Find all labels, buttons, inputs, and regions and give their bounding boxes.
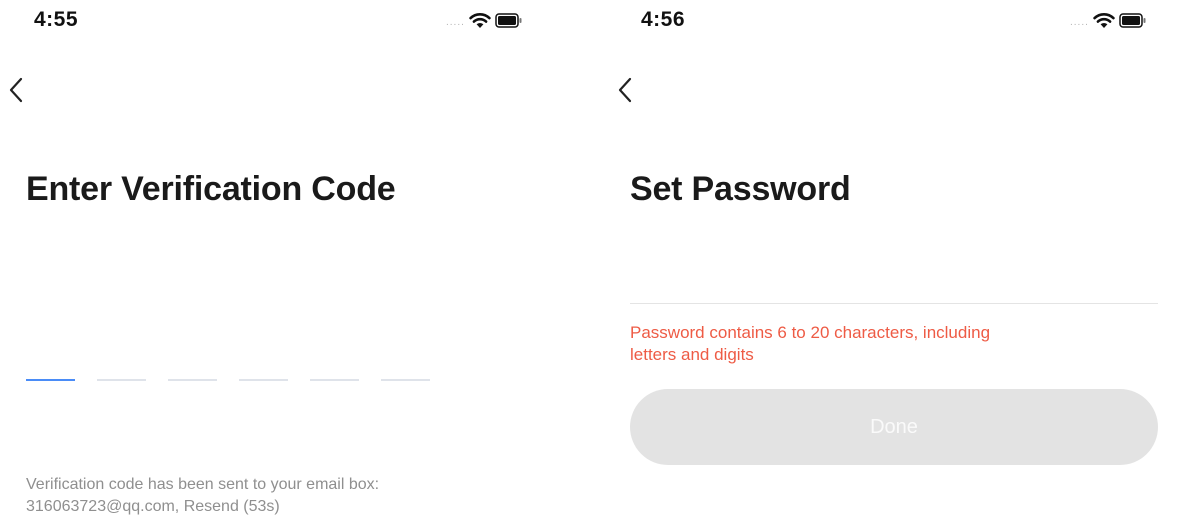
chevron-left-icon [618,77,632,103]
battery-icon [1119,13,1147,28]
battery-icon [495,13,523,28]
password-requirement-error: Password contains 6 to 20 characters, in… [630,322,1150,366]
code-digit-6[interactable] [381,379,430,381]
page-title: Set Password [630,170,851,208]
code-digit-5[interactable] [310,379,359,381]
code-digit-4[interactable] [239,379,288,381]
wifi-icon [1093,12,1115,29]
hint-line-2-resend[interactable]: 316063723@qq.com, Resend (53s) [26,496,566,518]
code-digit-1[interactable] [26,379,75,381]
verification-screen: 4:55 ..... Enter Verification Code Verif… [0,0,589,522]
hint-line-1: Verification code has been sent to your … [26,476,380,493]
back-button[interactable] [6,76,34,104]
back-button[interactable] [615,76,643,104]
password-input[interactable] [630,266,1158,304]
code-digit-3[interactable] [168,379,217,381]
done-button[interactable]: Done [630,389,1158,465]
status-icons: ..... [446,12,523,29]
error-line-1: Password contains 6 to 20 characters, in… [630,323,991,342]
error-line-2: letters and digits [630,345,754,364]
chevron-left-icon [9,77,23,103]
verification-hint: Verification code has been sent to your … [26,474,566,518]
signal-dots-icon: ..... [446,16,465,28]
signal-dots-icon: ..... [1070,16,1089,28]
set-password-screen: 4:56 ..... Set Password Password contain… [589,0,1178,522]
verification-code-input[interactable] [26,379,430,381]
page-title: Enter Verification Code [26,170,396,208]
status-time: 4:56 [641,8,686,31]
status-time: 4:55 [34,8,79,31]
code-digit-2[interactable] [97,379,146,381]
wifi-icon [469,12,491,29]
status-icons: ..... [1070,12,1147,29]
